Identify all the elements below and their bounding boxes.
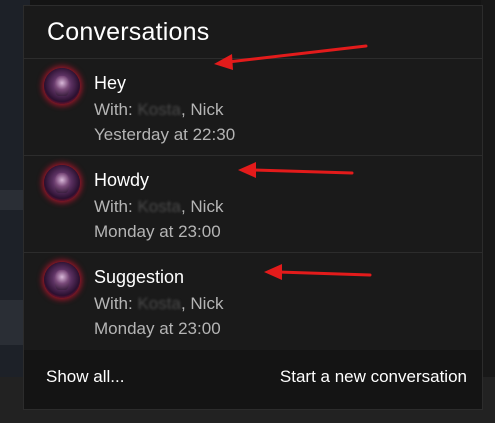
participant-redacted: Kosta bbox=[137, 294, 181, 313]
annotation-arrow bbox=[238, 162, 354, 178]
annotation-arrow bbox=[264, 264, 372, 280]
panel-footer: Show all... Start a new conversation bbox=[24, 350, 482, 409]
avatar-figure bbox=[55, 173, 69, 193]
avatar bbox=[44, 165, 80, 201]
avatar bbox=[44, 262, 80, 298]
conversation-participants: With: Kosta, Nick bbox=[94, 197, 223, 217]
avatar-figure bbox=[55, 270, 69, 290]
conversation-timestamp: Yesterday at 22:30 bbox=[94, 125, 236, 144]
participants-prefix: With: bbox=[94, 294, 138, 313]
conversation-timestamp: Monday at 23:00 bbox=[94, 222, 221, 241]
avatar bbox=[44, 68, 80, 104]
participants-rest: , Nick bbox=[180, 100, 224, 119]
conversation-list: Hey With: Kosta, Nick Yesterday at 22:30… bbox=[24, 58, 482, 349]
participant-redacted: Kosta bbox=[137, 100, 181, 119]
conversation-participants: With: Kosta, Nick bbox=[94, 100, 223, 120]
conversation-timestamp: Monday at 23:00 bbox=[94, 319, 221, 338]
show-all-link[interactable]: Show all... bbox=[46, 367, 124, 387]
conversation-participants: With: Kosta, Nick bbox=[94, 294, 223, 314]
conversation-title: Hey bbox=[94, 73, 127, 93]
panel-title: Conversations bbox=[47, 18, 210, 46]
participants-prefix: With: bbox=[94, 197, 138, 216]
participant-redacted: Kosta bbox=[137, 197, 181, 216]
annotation-arrow bbox=[214, 44, 368, 70]
background-app-edge bbox=[481, 0, 495, 423]
avatar-figure bbox=[55, 76, 69, 96]
conversation-title: Suggestion bbox=[94, 267, 185, 287]
conversation-title: Howdy bbox=[94, 170, 150, 190]
participants-rest: , Nick bbox=[180, 294, 224, 313]
participants-prefix: With: bbox=[94, 100, 138, 119]
start-new-conversation-link[interactable]: Start a new conversation bbox=[280, 367, 467, 387]
conversation-item[interactable]: Suggestion With: Kosta, Nick Monday at 2… bbox=[24, 252, 482, 349]
participants-rest: , Nick bbox=[180, 197, 224, 216]
conversation-item[interactable]: Hey With: Kosta, Nick Yesterday at 22:30 bbox=[24, 58, 482, 155]
